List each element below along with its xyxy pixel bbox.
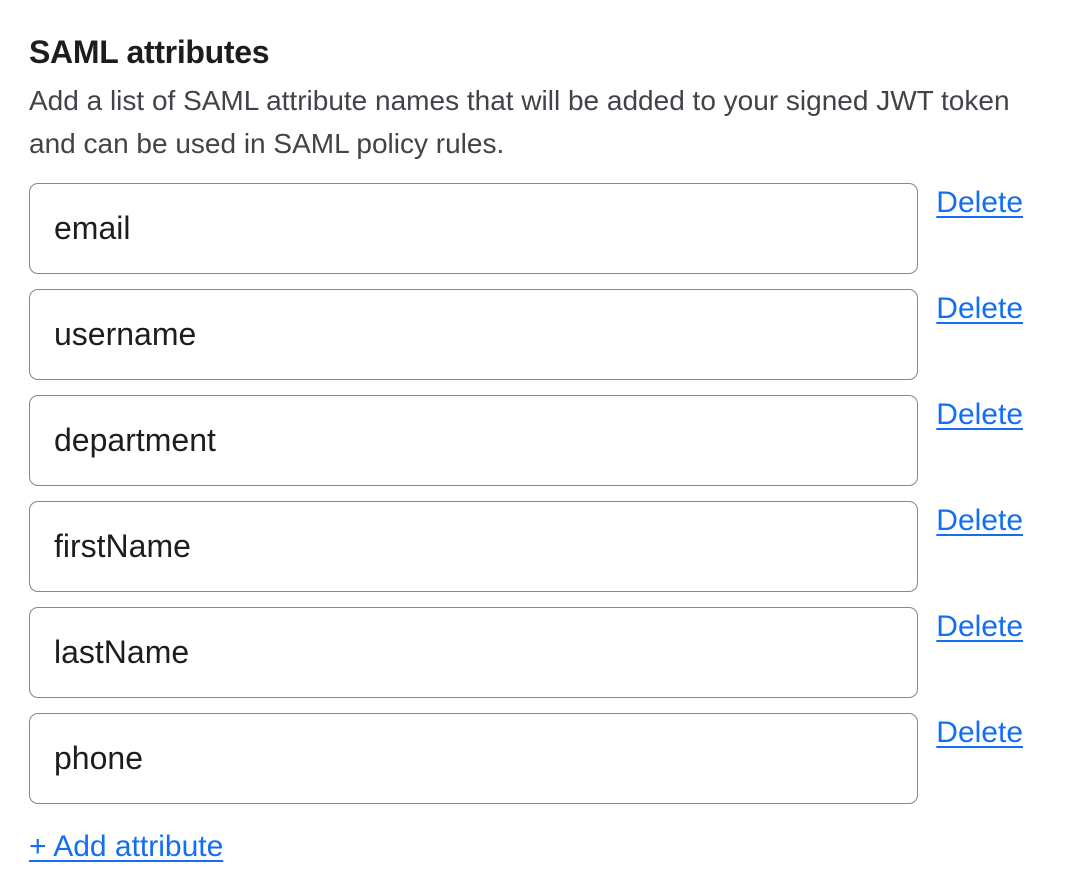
saml-attributes-section: SAML attributes Add a list of SAML attri… xyxy=(0,0,1066,865)
saml-attribute-input[interactable] xyxy=(29,607,918,698)
delete-link[interactable]: Delete xyxy=(936,715,1023,751)
delete-link[interactable]: Delete xyxy=(936,185,1023,221)
section-title: SAML attributes xyxy=(29,32,1023,72)
saml-attribute-input[interactable] xyxy=(29,395,918,486)
saml-attribute-row: Delete xyxy=(29,713,1023,804)
delete-link[interactable]: Delete xyxy=(936,503,1023,539)
saml-attribute-input[interactable] xyxy=(29,713,918,804)
saml-attribute-row: Delete xyxy=(29,501,1023,592)
section-description: Add a list of SAML attribute names that … xyxy=(29,79,1019,165)
saml-attribute-input[interactable] xyxy=(29,289,918,380)
saml-attribute-row: Delete xyxy=(29,289,1023,380)
saml-attribute-row: Delete xyxy=(29,183,1023,274)
saml-attribute-row: Delete xyxy=(29,395,1023,486)
delete-link[interactable]: Delete xyxy=(936,609,1023,645)
saml-attribute-row: Delete xyxy=(29,607,1023,698)
saml-attribute-input[interactable] xyxy=(29,183,918,274)
add-attribute-link[interactable]: + Add attribute xyxy=(29,829,223,865)
delete-link[interactable]: Delete xyxy=(936,397,1023,433)
saml-attribute-input[interactable] xyxy=(29,501,918,592)
delete-link[interactable]: Delete xyxy=(936,291,1023,327)
